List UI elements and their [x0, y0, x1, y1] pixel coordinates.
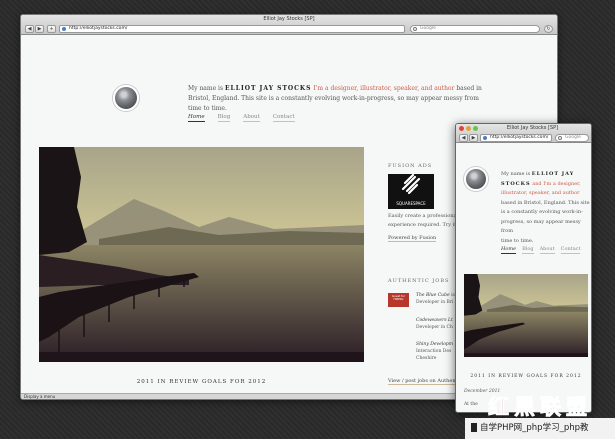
job-listing-3[interactable]: Shiny Developm Interaction Des Cheshire: [416, 341, 453, 362]
fusion-ads-heading: FUSION ADS: [388, 163, 433, 169]
intro-small-line7: time to time.: [501, 237, 534, 244]
job-3-location: Cheshire: [416, 356, 437, 361]
reload-button[interactable]: ↻: [544, 25, 553, 33]
nav-blog[interactable]: Blog: [217, 114, 231, 122]
nav-contact-small[interactable]: Contact: [560, 246, 581, 254]
main-nav: Home Blog About Contact: [188, 114, 308, 122]
window-title: Elliot Jay Stocks [SP]: [263, 16, 315, 22]
intro-small-line6: progress, so may appear messy from: [501, 218, 581, 235]
address-bar[interactable]: http://elliotjaystocks.com/: [59, 25, 405, 33]
intro-small-line4: based in Bristol, England. This site: [501, 199, 590, 206]
intro-small-line1: My name is ELLIOT JAY: [501, 170, 591, 180]
globe-icon: [483, 136, 487, 140]
nav-home[interactable]: Home: [188, 114, 205, 122]
back-icon: ◀: [27, 26, 32, 32]
back-button-small[interactable]: ◀: [459, 134, 468, 142]
browser-chrome: Elliot Jay Stocks [SP] ◀ ▶ + http://elli…: [21, 15, 557, 35]
powered-by-fusion-link[interactable]: Powered by Fusion: [388, 235, 437, 242]
browser-toolbar-small: ◀ ▶ http://elliotjaystocks.com/ Google: [456, 133, 591, 144]
main-nav-small: Home Blog About Contact: [501, 246, 581, 254]
post-title-small[interactable]: 2011 IN REVIEW GOALS FOR 2012: [464, 374, 588, 379]
job-2-company: Codeweavers Lt: [416, 318, 453, 323]
intro-line1-end: based in: [456, 85, 482, 92]
avatar[interactable]: [113, 85, 139, 111]
intro-small-1b: ELLIOT JAY: [531, 171, 575, 177]
job-1-role: Developer in Bri: [416, 300, 454, 305]
browser-toolbar: ◀ ▶ + http://elliotjaystocks.com/ Google…: [21, 24, 557, 35]
intro-small-line2: STOCKS and I'm a designer,: [501, 180, 591, 190]
search-placeholder-small: Google: [565, 135, 581, 140]
search-icon: [413, 27, 417, 31]
forward-icon: ▶: [37, 26, 42, 32]
back-icon: ◀: [461, 135, 466, 141]
search-placeholder: Google: [420, 26, 436, 31]
ad-text-line2: experience required. Try it: [388, 222, 457, 228]
back-button[interactable]: ◀: [25, 25, 34, 33]
globe-icon: [62, 27, 66, 31]
address-bar-small[interactable]: http://elliotjaystocks.com/: [480, 134, 552, 142]
job-2-role: Developer in Ch: [416, 325, 453, 330]
address-text-small: http://elliotjaystocks.com/: [490, 135, 549, 140]
job-listing-1[interactable]: The Blue Cube is Developer in Bri: [416, 292, 455, 306]
intro-small-line5: is a constantly evolving work-in-: [501, 209, 583, 215]
nav-about[interactable]: About: [243, 114, 260, 122]
intro-small-1a: My name is: [501, 171, 532, 177]
squarespace-logo-text: SQUARESPACE: [396, 201, 426, 206]
job-company-logo[interactable]: Guest for HIRING: [388, 293, 409, 307]
avatar-small[interactable]: [464, 167, 488, 191]
intro-small-2c[interactable]: and I'm a designer,: [531, 181, 580, 187]
intro-prefix: My name is: [188, 85, 224, 92]
authentic-jobs-heading: AUTHENTIC JOBS: [388, 278, 450, 284]
forward-button[interactable]: ▶: [35, 25, 44, 33]
intro-text: My name is ELLIOT JAY STOCKS I'm a desig…: [188, 84, 488, 114]
intro-text-small: My name is ELLIOT JAY STOCKS and I'm a d…: [501, 170, 591, 246]
intro-line2: Bristol, England. This site is a constan…: [188, 95, 479, 112]
squarespace-ad[interactable]: SQUARESPACE: [388, 173, 434, 209]
browser-chrome-small: Elliot Jay Stocks [SP] ◀ ▶ http://elliot…: [456, 124, 591, 143]
address-text: http://elliotjaystocks.com/: [69, 26, 128, 31]
view-post-jobs-link[interactable]: View / post jobs on Authent: [388, 378, 458, 385]
search-input-small[interactable]: Google: [555, 134, 589, 142]
squarespace-logo-icon: SQUARESPACE: [396, 173, 426, 206]
intro-small-2b: STOCKS: [501, 180, 531, 187]
ad-text-line1: Easily create a professional: [388, 213, 459, 219]
watermark-logo: 红黑联盟: [488, 394, 592, 418]
nav-blog-small[interactable]: Blog: [522, 246, 534, 254]
hero-photo-small[interactable]: [464, 274, 588, 357]
nav-about-small[interactable]: About: [539, 246, 555, 254]
intro-small-line3[interactable]: illustrator, speaker, and author: [501, 189, 591, 199]
forward-button-small[interactable]: ▶: [469, 134, 478, 142]
lake-pier-image-small: [464, 274, 588, 357]
watermark-logo-text: 红黑联盟: [488, 394, 592, 418]
add-icon: +: [49, 26, 54, 32]
job-1-company: The Blue Cube: [416, 293, 450, 298]
window-title-small: Elliot Jay Stocks [SP]: [506, 125, 559, 131]
add-bookmark-button[interactable]: +: [47, 25, 56, 33]
intro-roles-link[interactable]: I'm a designer, illustrator, speaker, an…: [313, 85, 454, 92]
job-listing-2[interactable]: Codeweavers Lt Developer in Ch: [416, 317, 453, 331]
watermark-strip-text: 自学PHP网_php学习_php教: [480, 423, 589, 433]
lake-pier-image: [39, 147, 364, 362]
job-3-company: Shiny Developm: [416, 342, 454, 347]
job-3-role: Interaction Des: [416, 349, 452, 354]
search-input[interactable]: Google: [410, 25, 540, 33]
watermark-bullet-icon: [471, 423, 477, 432]
nav-home-small[interactable]: Home: [501, 246, 517, 254]
nav-contact[interactable]: Contact: [272, 114, 295, 122]
search-icon: [558, 136, 562, 140]
reload-icon: ↻: [546, 26, 551, 32]
intro-name: ELLIOT JAY STOCKS: [224, 85, 312, 92]
hero-photo[interactable]: [39, 147, 364, 362]
forward-icon: ▶: [471, 135, 476, 141]
post-title[interactable]: 2011 IN REVIEW GOALS FOR 2012: [39, 379, 364, 385]
watermark-strip: 自学PHP网_php学习_php教: [465, 418, 615, 439]
browser-window-small: Elliot Jay Stocks [SP] ◀ ▶ http://elliot…: [455, 123, 592, 413]
